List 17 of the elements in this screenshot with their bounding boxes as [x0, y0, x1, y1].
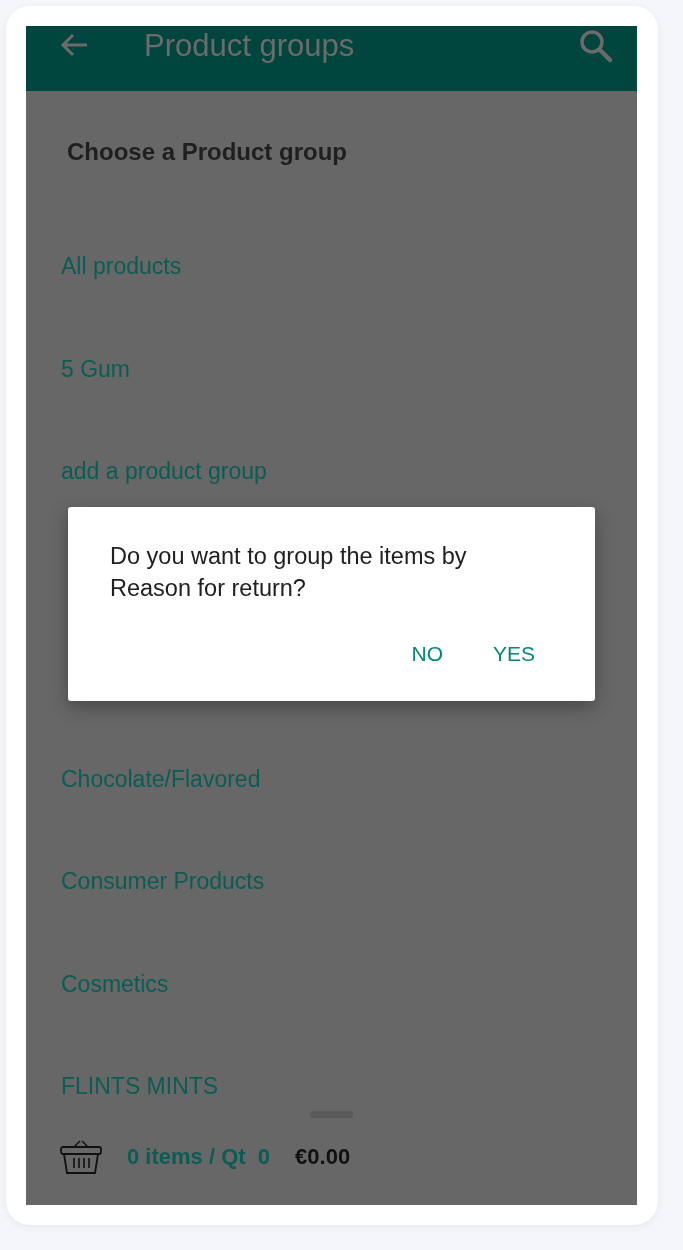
product-group-item[interactable]: add a product group: [61, 456, 267, 487]
dialog-button[interactable]: NO: [403, 638, 451, 670]
section-heading: Choose a Product group: [67, 137, 348, 167]
product-group-item[interactable]: FLINTS MINTS: [61, 1071, 219, 1102]
product-group-item[interactable]: All products: [61, 251, 182, 282]
product-group-item[interactable]: Cosmetics: [61, 968, 169, 999]
dialog-button[interactable]: YES: [484, 638, 543, 670]
basket-icon[interactable]: [60, 1139, 102, 1175]
search-icon[interactable]: [579, 29, 613, 63]
product-group-item[interactable]: 5 Gum: [61, 353, 131, 384]
cart-summary: 0 items / Qt 0: [127, 1144, 271, 1170]
screen-title: Product groups: [144, 27, 355, 65]
product-group-item[interactable]: Chocolate/Flavored: [61, 763, 261, 794]
dialog-message: Do you want to group the items by Reason for return?: [110, 542, 468, 603]
cart-total: €0.00: [295, 1144, 351, 1170]
product-group-item[interactable]: Consumer Products: [61, 866, 265, 897]
back-arrow-icon[interactable]: [59, 32, 89, 58]
